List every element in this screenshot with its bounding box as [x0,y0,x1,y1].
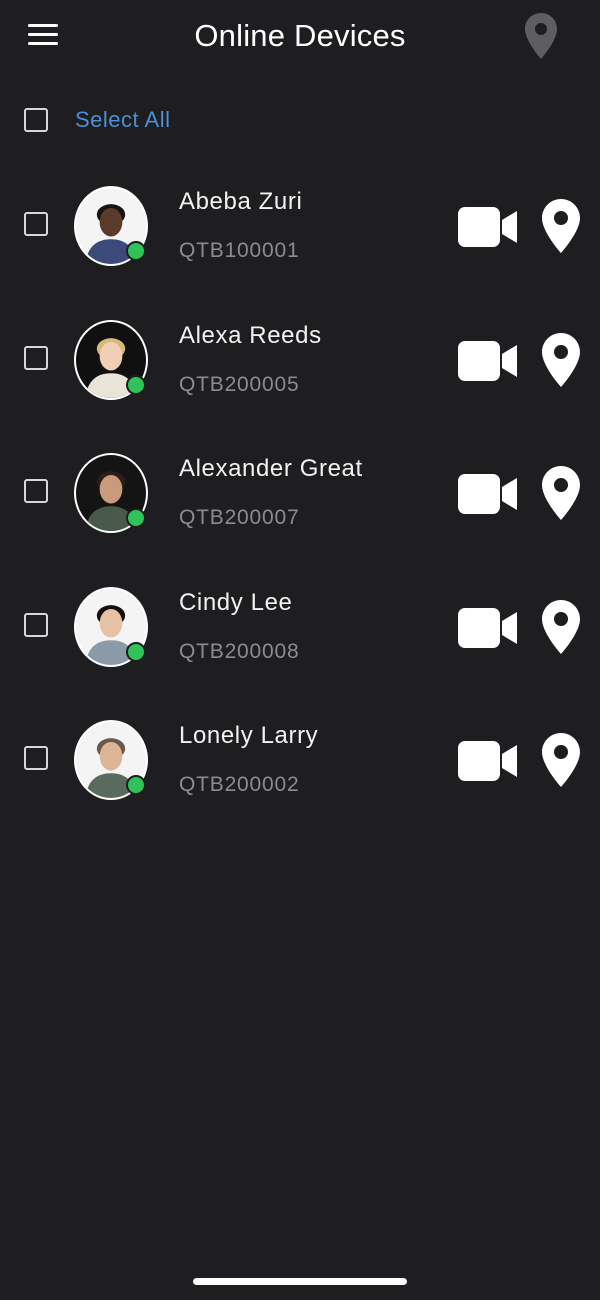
avatar [74,720,148,800]
video-camera-icon[interactable] [458,206,518,248]
home-indicator [193,1278,407,1285]
device-id: QTB100001 [179,239,300,262]
map-pin-icon[interactable] [541,732,581,788]
device-row[interactable]: Alexa Reeds QTB200005 [0,300,600,434]
device-name: Alexa Reeds [179,321,322,349]
device-checkbox[interactable] [24,612,48,637]
page-title: Online Devices [194,18,406,53]
device-id: QTB200002 [179,773,300,796]
video-camera-icon[interactable] [458,340,518,382]
video-camera-icon[interactable] [458,607,518,649]
select-all-label[interactable]: Select All [75,107,171,133]
map-pin-icon[interactable] [524,12,558,60]
device-name: Alexander Great [179,455,363,482]
map-pin-icon[interactable] [541,198,581,254]
device-list: Abeba Zuri QTB100001 Alexa Reeds QTB2000… [0,166,600,834]
map-pin-icon[interactable] [541,332,581,388]
device-id: QTB200007 [179,506,300,529]
select-all-control[interactable]: Select All [24,104,171,136]
online-status-dot [126,508,146,528]
device-id: QTB200005 [179,372,300,396]
avatar [74,186,148,266]
device-row[interactable]: Alexander Great QTB200007 [0,433,600,567]
avatar [74,319,148,400]
device-checkbox[interactable] [24,746,48,770]
device-checkbox[interactable] [24,212,48,236]
device-checkbox[interactable] [24,345,48,370]
online-status-dot [126,374,146,395]
device-name: Abeba Zuri [179,188,303,215]
device-name: Lonely Larry [179,722,319,749]
online-status-dot [126,641,146,662]
map-pin-icon[interactable] [541,465,581,521]
device-row[interactable]: Lonely Larry QTB200002 [0,700,600,834]
device-id: QTB200008 [179,639,300,663]
online-status-dot [126,775,146,795]
map-pin-icon[interactable] [541,599,581,655]
video-camera-icon[interactable] [458,473,518,515]
device-row[interactable]: Cindy Lee QTB200008 [0,567,600,701]
avatar [74,586,148,667]
video-camera-icon[interactable] [458,740,518,782]
device-row[interactable]: Abeba Zuri QTB100001 [0,166,600,300]
online-status-dot [126,241,146,261]
select-all-checkbox[interactable] [24,108,48,132]
avatar [74,453,148,533]
device-name: Cindy Lee [179,588,293,616]
app-header: Online Devices [0,0,600,72]
device-checkbox[interactable] [24,479,48,503]
